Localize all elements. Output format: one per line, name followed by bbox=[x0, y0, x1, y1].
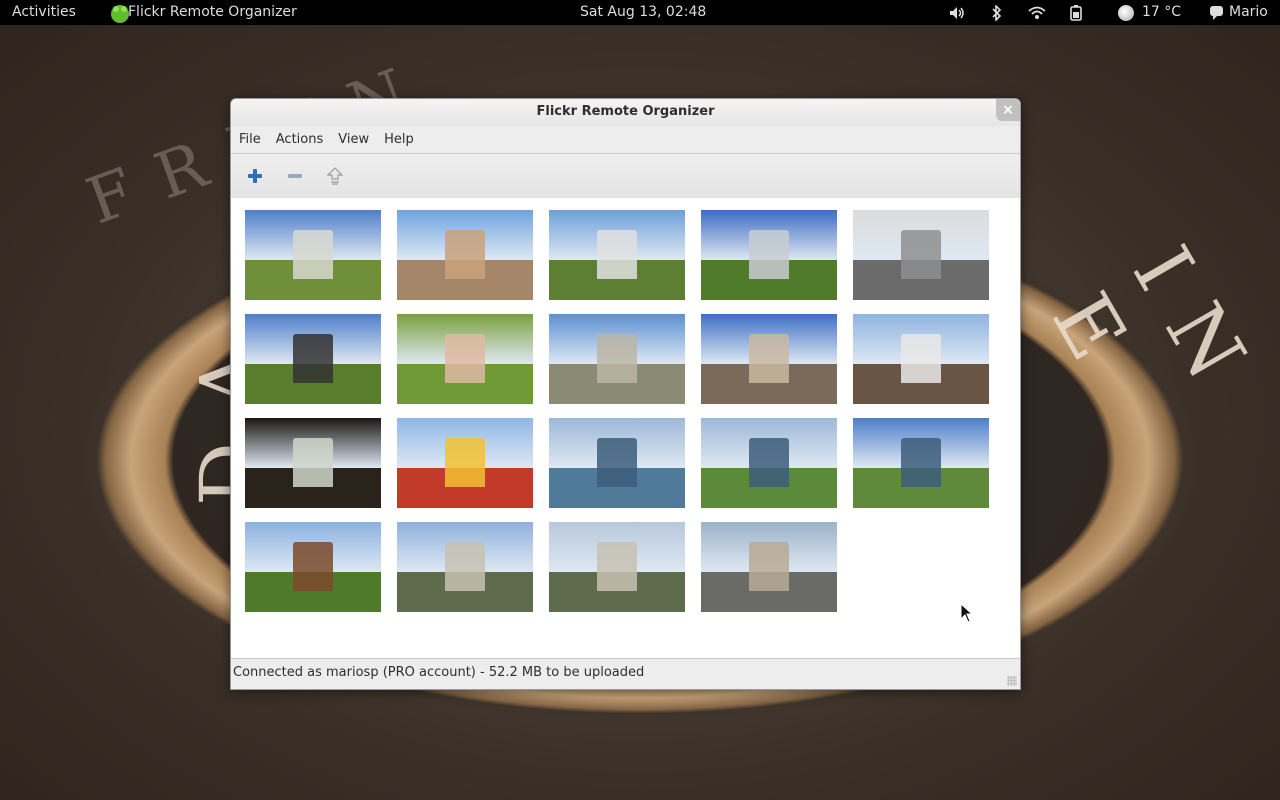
wifi-icon[interactable] bbox=[1026, 0, 1048, 25]
photo-subject bbox=[748, 333, 790, 384]
photo-subject bbox=[292, 333, 334, 384]
photo-thumbnail[interactable] bbox=[701, 210, 837, 300]
menu-view[interactable]: View bbox=[331, 132, 376, 147]
photo-thumbnail[interactable] bbox=[549, 522, 685, 612]
battery-icon[interactable] bbox=[1066, 0, 1086, 25]
photo-grid[interactable] bbox=[231, 198, 1020, 659]
photo-thumbnail[interactable] bbox=[245, 522, 381, 612]
photo-subject bbox=[444, 333, 486, 384]
close-icon: × bbox=[1002, 102, 1014, 118]
app-window: Flickr Remote Organizer × File Actions V… bbox=[230, 98, 1021, 690]
photo-thumbnail[interactable] bbox=[853, 314, 989, 404]
photo-subject bbox=[748, 437, 790, 488]
temperature-label[interactable]: 17 °C bbox=[1142, 0, 1181, 25]
activities-button[interactable]: Activities bbox=[12, 0, 76, 25]
photo-subject bbox=[292, 437, 334, 488]
photo-subject bbox=[444, 229, 486, 280]
photo-thumbnail[interactable] bbox=[397, 210, 533, 300]
photo-subject bbox=[748, 229, 790, 280]
photo-thumbnail[interactable] bbox=[549, 418, 685, 508]
menu-help[interactable]: Help bbox=[377, 132, 421, 147]
window-title: Flickr Remote Organizer bbox=[536, 104, 715, 119]
plus-icon bbox=[248, 169, 262, 183]
menu-actions[interactable]: Actions bbox=[269, 132, 331, 147]
resize-grip-icon[interactable] bbox=[1007, 676, 1017, 686]
window-titlebar[interactable]: Flickr Remote Organizer × bbox=[231, 99, 1020, 126]
top-bar: Activities Flickr Remote Organizer Sat A… bbox=[0, 0, 1280, 25]
status-bar: Connected as mariosp (PRO account) - 52.… bbox=[231, 659, 1020, 689]
photo-thumbnail[interactable] bbox=[245, 314, 381, 404]
add-button[interactable] bbox=[239, 160, 271, 192]
photo-subject bbox=[596, 437, 638, 488]
photo-subject bbox=[444, 437, 486, 488]
weather-icon[interactable] bbox=[1118, 5, 1134, 21]
photo-subject bbox=[900, 437, 942, 488]
photo-subject bbox=[292, 541, 334, 592]
mouse-cursor-icon bbox=[960, 603, 974, 623]
photo-thumbnail[interactable] bbox=[701, 314, 837, 404]
menu-file[interactable]: File bbox=[232, 132, 268, 147]
photo-subject bbox=[292, 229, 334, 280]
upload-icon bbox=[326, 167, 344, 185]
remove-button[interactable] bbox=[279, 160, 311, 192]
photo-thumbnail[interactable] bbox=[245, 418, 381, 508]
bluetooth-icon[interactable] bbox=[988, 0, 1006, 25]
photo-thumbnail[interactable] bbox=[853, 210, 989, 300]
user-menu[interactable]: Mario bbox=[1229, 0, 1268, 25]
menu-bar: File Actions View Help bbox=[231, 126, 1020, 153]
upload-button[interactable] bbox=[319, 160, 351, 192]
photo-subject bbox=[444, 541, 486, 592]
close-button[interactable]: × bbox=[996, 99, 1020, 121]
volume-icon[interactable] bbox=[948, 0, 966, 25]
photo-subject bbox=[748, 541, 790, 592]
photo-thumbnail[interactable] bbox=[549, 314, 685, 404]
photo-subject bbox=[596, 229, 638, 280]
toolbar bbox=[231, 153, 1020, 199]
photo-subject bbox=[900, 229, 942, 280]
photo-thumbnail[interactable] bbox=[245, 210, 381, 300]
photo-thumbnail[interactable] bbox=[397, 418, 533, 508]
minus-icon bbox=[288, 174, 302, 178]
photo-thumbnail[interactable] bbox=[549, 210, 685, 300]
photo-subject bbox=[596, 541, 638, 592]
chat-icon[interactable] bbox=[1210, 6, 1223, 20]
photo-thumbnail[interactable] bbox=[701, 522, 837, 612]
clock[interactable]: Sat Aug 13, 02:48 bbox=[580, 0, 706, 25]
status-text: Connected as mariosp (PRO account) - 52.… bbox=[233, 665, 645, 680]
photo-subject bbox=[900, 333, 942, 384]
photo-thumbnail[interactable] bbox=[701, 418, 837, 508]
app-menu[interactable]: Flickr Remote Organizer bbox=[128, 0, 297, 25]
photo-thumbnail[interactable] bbox=[853, 418, 989, 508]
photo-thumbnail[interactable] bbox=[397, 314, 533, 404]
photo-thumbnail[interactable] bbox=[397, 522, 533, 612]
photo-subject bbox=[596, 333, 638, 384]
